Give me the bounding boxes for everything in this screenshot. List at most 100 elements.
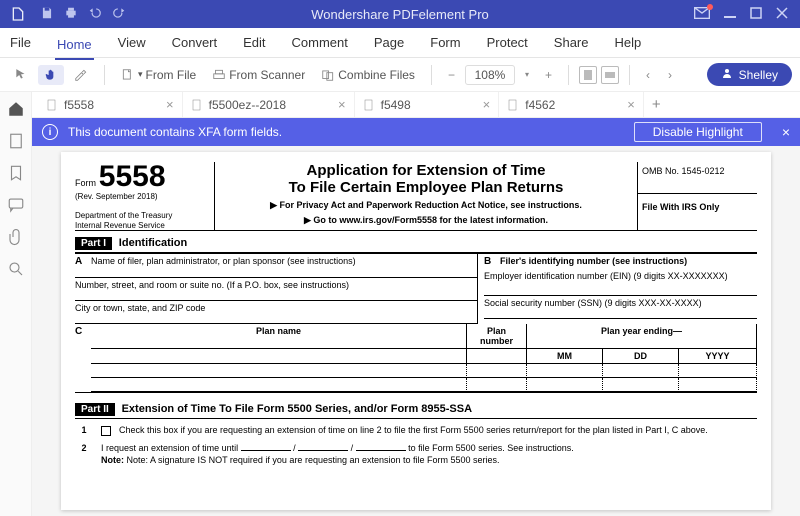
search-icon[interactable] [7, 260, 25, 278]
zoom-value[interactable]: 108% [465, 65, 515, 85]
menu-edit[interactable]: Edit [241, 31, 267, 54]
date-field-3[interactable] [356, 450, 406, 451]
plan-name-header: Plan name [91, 324, 467, 349]
zoom-dropdown-icon[interactable]: ▾ [519, 68, 535, 81]
address-label: Number, street, and room or suite no. (I… [75, 280, 349, 290]
from-file-button[interactable]: ▾From File [115, 65, 202, 85]
section-b-marker: B [484, 256, 500, 267]
prev-button[interactable]: ‹ [640, 66, 656, 84]
menu-protect[interactable]: Protect [485, 31, 530, 54]
undo-icon[interactable] [88, 6, 102, 23]
from-scanner-button[interactable]: From Scanner [206, 65, 311, 85]
tab-close-icon[interactable]: × [166, 97, 174, 112]
item2-text-b: to file Form 5500 series. See instructio… [408, 443, 574, 453]
item2-note: Note: A signature IS NOT required if you… [127, 455, 500, 465]
ssn-label: Social security number (SSN) (9 digits X… [484, 298, 702, 308]
close-icon[interactable] [776, 7, 788, 22]
quick-access-toolbar [40, 6, 126, 23]
tab-close-icon[interactable]: × [627, 97, 635, 112]
attachments-icon[interactable] [7, 228, 25, 246]
hand-tool-icon[interactable] [38, 65, 64, 85]
thumbnails-icon[interactable] [7, 132, 25, 150]
app-logo-icon [4, 0, 32, 28]
from-scanner-label: From Scanner [229, 68, 305, 82]
part2-title: Extension of Time To File Form 5500 Seri… [122, 403, 472, 415]
from-file-label: From File [146, 68, 197, 82]
form-number: 5558 [99, 160, 166, 193]
info-icon: i [42, 124, 58, 140]
form-note2: ▶ Go to www.irs.gov/Form5558 for the lat… [221, 215, 631, 226]
zoom-in-button[interactable]: + [539, 66, 558, 84]
pdf-icon [191, 99, 203, 111]
section-c-marker: C [75, 326, 91, 337]
document-viewport[interactable]: Form 5558 (Rev. September 2018) Departme… [32, 146, 800, 516]
form-note1: ▶ For Privacy Act and Paperwork Reductio… [221, 200, 631, 211]
form-title-line1: Application for Extension of Time [221, 162, 631, 179]
menu-home[interactable]: Home [55, 33, 94, 60]
comments-icon[interactable] [7, 196, 25, 214]
menu-page[interactable]: Page [372, 31, 406, 54]
dd-header: DD [603, 349, 679, 364]
tab-f5500ez[interactable]: f5500ez--2018 × [183, 92, 355, 117]
tab-close-icon[interactable]: × [483, 97, 491, 112]
section-a-marker: A [75, 256, 91, 267]
xfa-info-bar: i This document contains XFA form fields… [32, 118, 800, 146]
combine-files-button[interactable]: Combine Files [315, 65, 421, 85]
add-tab-button[interactable]: + [644, 96, 669, 113]
part2-label: Part II [75, 403, 115, 416]
title-bar: Wondershare PDFelement Pro [0, 0, 800, 28]
form-department: Department of the Treasury Internal Reve… [75, 211, 210, 230]
plan-year-ending-header: Plan year ending— [527, 324, 757, 349]
menu-share[interactable]: Share [552, 31, 591, 54]
form-word: Form [75, 178, 96, 188]
maximize-icon[interactable] [750, 7, 762, 22]
redo-icon[interactable] [112, 6, 126, 23]
next-button[interactable]: › [662, 66, 678, 84]
date-field-1[interactable] [241, 450, 291, 451]
item1-checkbox[interactable] [101, 426, 111, 436]
home-icon[interactable] [7, 100, 25, 118]
ribbon-toolbar: ▾From File From Scanner Combine Files − … [0, 58, 800, 92]
left-sidebar [0, 92, 32, 516]
edit-tool-icon[interactable] [68, 65, 94, 85]
date-field-2[interactable] [298, 450, 348, 451]
part1-title: Identification [119, 237, 187, 249]
tab-close-icon[interactable]: × [338, 97, 346, 112]
omb-number: OMB No. 1545-0212 [638, 162, 757, 194]
tab-f4562[interactable]: f4562 × [499, 92, 644, 117]
minimize-icon[interactable] [724, 7, 736, 22]
menu-file[interactable]: File [8, 31, 33, 54]
item2-text-a: I request an extension of time until [101, 443, 238, 453]
item1-text: Check this box if you are requesting an … [119, 425, 708, 437]
tab-f5498[interactable]: f5498 × [355, 92, 500, 117]
info-message: This document contains XFA form fields. [68, 125, 282, 139]
disable-highlight-button[interactable]: Disable Highlight [634, 122, 762, 142]
user-pill[interactable]: Shelley [707, 63, 792, 86]
fit-width-icon[interactable] [601, 66, 619, 84]
filer-id-label: Filer's identifying number (see instruct… [500, 256, 687, 266]
item2-number: 2 [75, 443, 93, 466]
pdf-page: Form 5558 (Rev. September 2018) Departme… [61, 152, 771, 510]
menu-form[interactable]: Form [428, 31, 462, 54]
menu-convert[interactable]: Convert [170, 31, 220, 54]
form-title-line2: To File Certain Employee Plan Returns [221, 179, 631, 196]
pdf-icon [507, 99, 519, 111]
zoom-out-button[interactable]: − [442, 66, 461, 84]
bookmarks-icon[interactable] [7, 164, 25, 182]
part1-label: Part I [75, 237, 112, 250]
menu-comment[interactable]: Comment [290, 31, 350, 54]
tab-f5558[interactable]: f5558 × [38, 92, 183, 117]
fit-page-icon[interactable] [579, 66, 597, 84]
menu-view[interactable]: View [116, 31, 148, 54]
select-tool-icon[interactable] [8, 65, 34, 85]
mail-icon[interactable] [694, 7, 710, 22]
tab-label: f4562 [525, 98, 555, 112]
save-icon[interactable] [40, 6, 54, 23]
yyyy-header: YYYY [679, 349, 757, 364]
print-icon[interactable] [64, 6, 78, 23]
menu-bar: File Home View Convert Edit Comment Page… [0, 28, 800, 58]
pdf-icon [363, 99, 375, 111]
menu-help[interactable]: Help [613, 31, 644, 54]
infobar-close-icon[interactable]: × [782, 124, 790, 140]
city-label: City or town, state, and ZIP code [75, 303, 205, 313]
